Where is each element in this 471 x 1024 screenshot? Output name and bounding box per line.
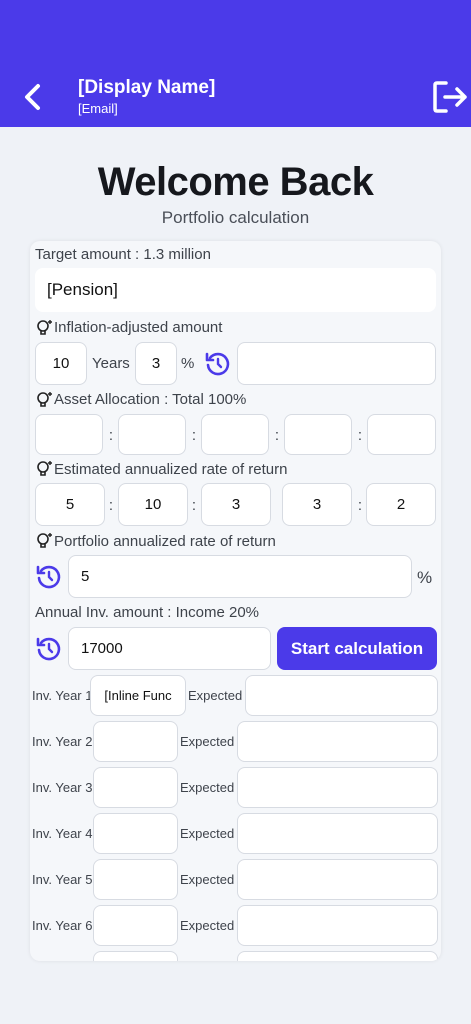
logout-button[interactable] <box>432 80 468 114</box>
annual-investment-label: Annual Inv. amount : Income 20% <box>35 604 260 621</box>
inflation-result-field[interactable] <box>237 342 436 385</box>
inv-year-label: Inv. Year 3 <box>32 780 93 795</box>
lightbulb-icon <box>37 392 52 407</box>
inv-year-label: Inv. Year 4 <box>32 826 93 841</box>
expected-label: Expected <box>180 734 235 749</box>
inv-year-input[interactable] <box>93 905 178 946</box>
portfolio-return-label: Portfolio annualized rate of return <box>54 533 276 550</box>
inv-year-input[interactable] <box>93 721 178 762</box>
portfolio-percent-unit: % <box>417 568 433 587</box>
inv-year-input[interactable]: [Inline Func <box>90 675 186 716</box>
page-title: Welcome Back <box>97 160 374 204</box>
estimated-return-input-1[interactable]: 5 <box>35 483 105 526</box>
expected-field[interactable] <box>237 859 438 900</box>
allocation-input-4[interactable] <box>284 414 352 455</box>
expected-label: Expected <box>188 688 243 703</box>
inv-year-input[interactable] <box>93 951 178 961</box>
estimated-return-input-5[interactable]: 2 <box>366 483 436 526</box>
inv-year-label: Inv. Year 1 <box>32 688 93 703</box>
allocation-input-1[interactable] <box>35 414 103 455</box>
expected-label: Expected <box>180 780 235 795</box>
refresh-icon[interactable] <box>36 564 62 590</box>
user-email: [Email] <box>78 101 118 116</box>
refresh-icon[interactable] <box>36 636 62 662</box>
portfolio-return-input[interactable]: 5 <box>68 555 412 598</box>
back-button[interactable] <box>18 80 46 114</box>
estimated-return-input-2[interactable]: 10 <box>118 483 188 526</box>
expected-field[interactable] <box>237 813 438 854</box>
asset-allocation-label: Asset Allocation : Total 100% <box>54 391 247 408</box>
estimated-return-input-4[interactable]: 3 <box>282 483 352 526</box>
inflation-rate-input[interactable]: 3 <box>135 342 177 385</box>
lightbulb-icon <box>37 320 52 335</box>
expected-field[interactable] <box>237 767 438 808</box>
refresh-icon[interactable] <box>205 351 231 377</box>
inv-year-input[interactable] <box>93 767 178 808</box>
lightbulb-icon <box>37 533 52 548</box>
estimated-return-label: Estimated annualized rate of return <box>54 461 288 478</box>
page-subtitle: Portfolio calculation <box>161 208 310 227</box>
expected-field[interactable] <box>237 905 438 946</box>
allocation-input-5[interactable] <box>367 414 436 455</box>
expected-field[interactable] <box>245 675 438 716</box>
inflation-label: Inflation-adjusted amount <box>54 319 223 336</box>
expected-field[interactable] <box>237 721 438 762</box>
inv-year-label: Inv. Year 6 <box>32 918 93 933</box>
annual-investment-input[interactable]: 17000 <box>68 627 271 670</box>
chevron-left-icon <box>25 84 40 110</box>
years-unit-label: Years <box>92 355 130 372</box>
calculation-form: Target amount : 1.3 million [Pension] In… <box>30 241 441 961</box>
inv-year-label: Inv. Year 5 <box>32 872 93 887</box>
percent-unit-label: % <box>181 355 195 372</box>
expected-label: Expected <box>180 872 235 887</box>
expected-field[interactable] <box>237 951 438 961</box>
allocation-input-2[interactable] <box>118 414 186 455</box>
allocation-input-3[interactable] <box>201 414 269 455</box>
estimated-return-input-3[interactable]: 3 <box>201 483 271 526</box>
inv-year-input[interactable] <box>93 813 178 854</box>
expected-label: Expected <box>180 918 235 933</box>
expected-label: Expected <box>180 826 235 841</box>
start-calculation-button[interactable]: Start calculation <box>277 627 437 670</box>
target-input[interactable]: [Pension] <box>35 268 436 312</box>
inflation-years-input[interactable]: 10 <box>35 342 87 385</box>
lightbulb-icon <box>37 461 52 476</box>
inv-year-label: Inv. Year 2 <box>32 734 93 749</box>
target-amount-label: Target amount : 1.3 million <box>35 246 211 263</box>
inv-year-input[interactable] <box>93 859 178 900</box>
logout-icon <box>433 81 467 113</box>
app-header: [Display Name] [Email] <box>0 0 471 127</box>
user-display-name: [Display Name] <box>78 77 216 98</box>
